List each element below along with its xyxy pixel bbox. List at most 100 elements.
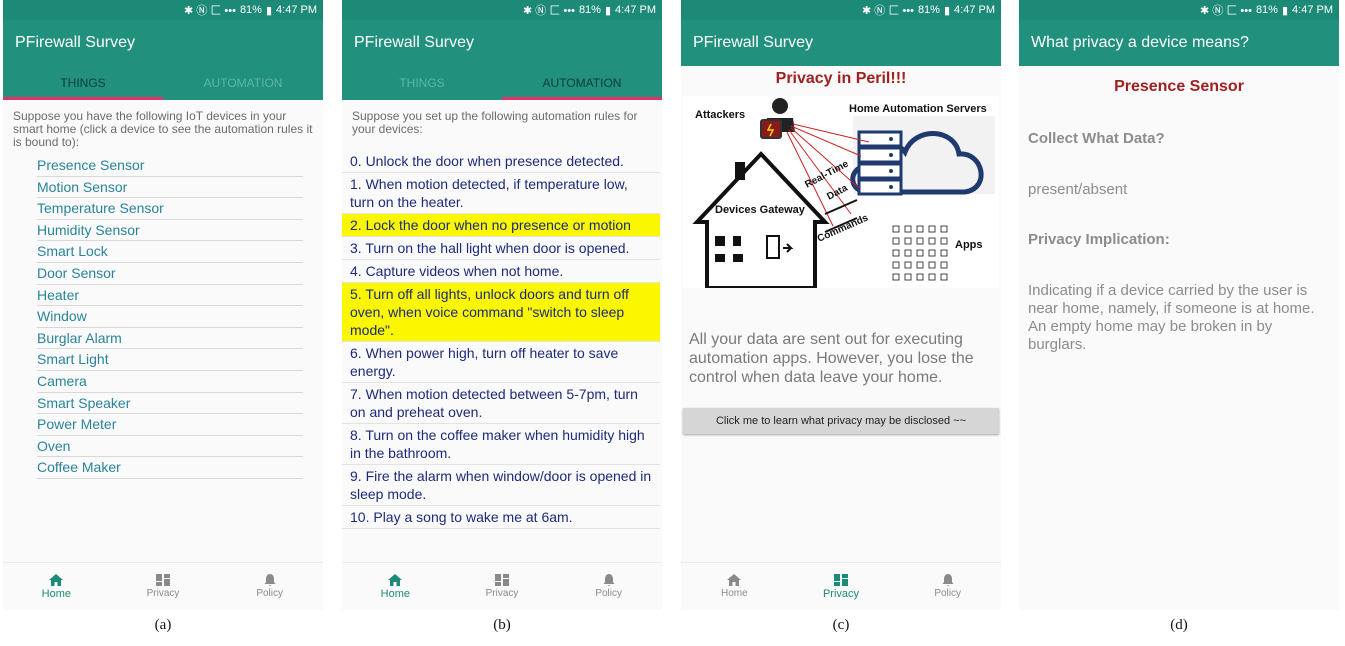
device-item[interactable]: Temperature Sensor <box>37 198 303 220</box>
nav-policy-label: Policy <box>256 588 284 599</box>
nav-policy[interactable]: Policy <box>894 563 1001 610</box>
rule-item: 8. Turn on the coffee maker when humidit… <box>342 424 660 465</box>
rule-item: 2. Lock the door when no presence or mot… <box>342 214 660 237</box>
battery-level: 81% <box>917 4 940 16</box>
dashboard-icon <box>156 574 170 586</box>
nav-home-label: Home <box>720 588 748 599</box>
chimney <box>735 162 745 180</box>
phone-screen-privacy: ✱ Ⓝ ⼕ ••• 81% ▮ 4:47 PM PFirewall Survey… <box>681 0 1001 610</box>
battery-icon: ▮ <box>604 4 612 17</box>
rule-item: 4. Capture videos when not home. <box>342 260 660 283</box>
home-icon <box>388 573 403 586</box>
device-item[interactable]: Presence Sensor <box>37 155 303 177</box>
bottom-nav: Home Privacy Policy <box>3 562 323 610</box>
phone-screen-automation: ✱ Ⓝ ⼕ ••• 81% ▮ 4:47 PM PFirewall Survey… <box>342 0 662 610</box>
label-commands: Commands <box>816 212 871 244</box>
app-bar: PFirewall Survey <box>342 20 662 66</box>
status-time: 4:47 PM <box>954 4 995 16</box>
nav-home-label: Home <box>380 587 410 600</box>
device-item[interactable]: Window <box>37 306 303 328</box>
label-data: Data <box>825 183 850 203</box>
phone-screen-device-privacy: ✱ Ⓝ ⼕ ••• 81% ▮ 4:47 PM What privacy a d… <box>1019 0 1339 610</box>
nav-privacy-label: Privacy <box>822 587 860 600</box>
device-item[interactable]: Humidity Sensor <box>37 220 303 242</box>
bell-icon <box>264 574 276 586</box>
nav-privacy[interactable]: Privacy <box>449 563 556 610</box>
device-item[interactable]: Heater <box>37 285 303 307</box>
rule-item: 3. Turn on the hall light when door is o… <box>342 237 660 260</box>
rule-item: 0. Unlock the door when presence detecte… <box>342 150 660 173</box>
rule-item: 7. When motion detected between 5-7pm, t… <box>342 383 660 424</box>
tab-things[interactable]: THINGS <box>342 66 502 100</box>
battery-level: 81% <box>578 4 601 16</box>
device-item[interactable]: Door Sensor <box>37 263 303 285</box>
screen-title: What privacy a device means? <box>1031 34 1249 51</box>
caption-a: (a) <box>154 617 172 633</box>
implication-heading: Privacy Implication: <box>1028 231 1170 248</box>
nav-privacy[interactable]: Privacy <box>788 563 895 610</box>
device-item[interactable]: Camera <box>37 371 303 393</box>
bottom-nav: Home Privacy Policy <box>342 562 662 610</box>
automation-intro: Suppose you set up the following automat… <box>352 109 638 136</box>
battery-icon: ▮ <box>943 4 951 17</box>
tab-automation[interactable]: AUTOMATION <box>502 66 662 100</box>
nav-home-label: Home <box>41 587 71 600</box>
battery-icon: ▮ <box>265 4 273 17</box>
learn-privacy-button[interactable]: Click me to learn what privacy may be di… <box>683 408 999 434</box>
device-item[interactable]: Coffee Maker <box>37 457 303 479</box>
rule-item: 10. Play a song to wake me at 6am. <box>342 506 660 529</box>
device-item[interactable]: Oven <box>37 436 303 458</box>
rule-item: 6. When power high, turn off heater to s… <box>342 342 660 383</box>
status-time: 4:47 PM <box>1292 4 1333 16</box>
nav-privacy-label: Privacy <box>485 588 519 599</box>
tab-bar: THINGS AUTOMATION <box>3 66 323 100</box>
status-bar: ✱ Ⓝ ⼕ ••• 81% ▮ 4:47 PM <box>1019 0 1339 20</box>
caption-b: (b) <box>493 617 511 633</box>
privacy-diagram: Attackers Home Automation Servers Real-T… <box>683 96 999 288</box>
nav-home[interactable]: Home <box>3 563 110 610</box>
home-icon <box>49 573 64 586</box>
status-time: 4:47 PM <box>615 4 656 16</box>
nav-policy[interactable]: Policy <box>555 563 662 610</box>
caption-c: (c) <box>832 617 850 633</box>
device-item[interactable]: Smart Lock <box>37 241 303 263</box>
device-list: Presence Sensor Motion Sensor Temperature … <box>3 153 323 479</box>
house-icon <box>692 151 830 288</box>
nav-home[interactable]: Home <box>342 563 449 610</box>
bell-icon <box>942 574 954 586</box>
app-bar: PFirewall Survey <box>681 20 1001 66</box>
caption-d: (d) <box>1170 617 1188 633</box>
tab-automation[interactable]: AUTOMATION <box>163 66 323 100</box>
label-servers: Home Automation Servers <box>849 103 987 115</box>
status-icons: ✱ Ⓝ ⼕ ••• <box>1199 5 1252 17</box>
device-item[interactable]: Smart Speaker <box>37 393 303 415</box>
privacy-explanation: All your data are sent out for executing… <box>689 331 974 386</box>
dashboard-icon <box>834 573 848 586</box>
device-item[interactable]: Power Meter <box>37 414 303 436</box>
app-title: PFirewall Survey <box>693 34 814 51</box>
apps-grid <box>892 225 948 281</box>
rule-item: 1. When motion detected, if temperature … <box>342 173 660 214</box>
implication-body: Indicating if a device carried by the us… <box>1028 282 1315 353</box>
rule-item: 9. Fire the alarm when window/door is op… <box>342 465 660 506</box>
device-title: Presence Sensor <box>1114 78 1244 95</box>
things-intro: Suppose you have the following IoT devic… <box>13 109 313 149</box>
status-icons: ✱ Ⓝ ⼕ ••• <box>183 5 236 17</box>
tab-things[interactable]: THINGS <box>3 66 163 100</box>
device-item[interactable]: Smart Light <box>37 349 303 371</box>
device-item[interactable]: Motion Sensor <box>37 177 303 199</box>
app-bar: PFirewall Survey <box>3 20 323 66</box>
app-bar: What privacy a device means? <box>1019 20 1339 66</box>
battery-icon: ▮ <box>1281 4 1289 17</box>
status-bar: ✱ Ⓝ ⼕ ••• 81% ▮ 4:47 PM <box>681 0 1001 20</box>
nav-home[interactable]: Home <box>681 563 788 610</box>
battery-level: 81% <box>239 4 262 16</box>
status-icons: ✱ Ⓝ ⼕ ••• <box>861 5 914 17</box>
nav-policy[interactable]: Policy <box>216 563 323 610</box>
status-icons: ✱ Ⓝ ⼕ ••• <box>522 5 575 17</box>
nav-policy-label: Policy <box>934 588 962 599</box>
dashboard-icon <box>495 574 509 586</box>
nav-privacy[interactable]: Privacy <box>110 563 217 610</box>
rule-item: 5. Turn off all lights, unlock doors and… <box>342 283 660 342</box>
device-item[interactable]: Burglar Alarm <box>37 328 303 350</box>
